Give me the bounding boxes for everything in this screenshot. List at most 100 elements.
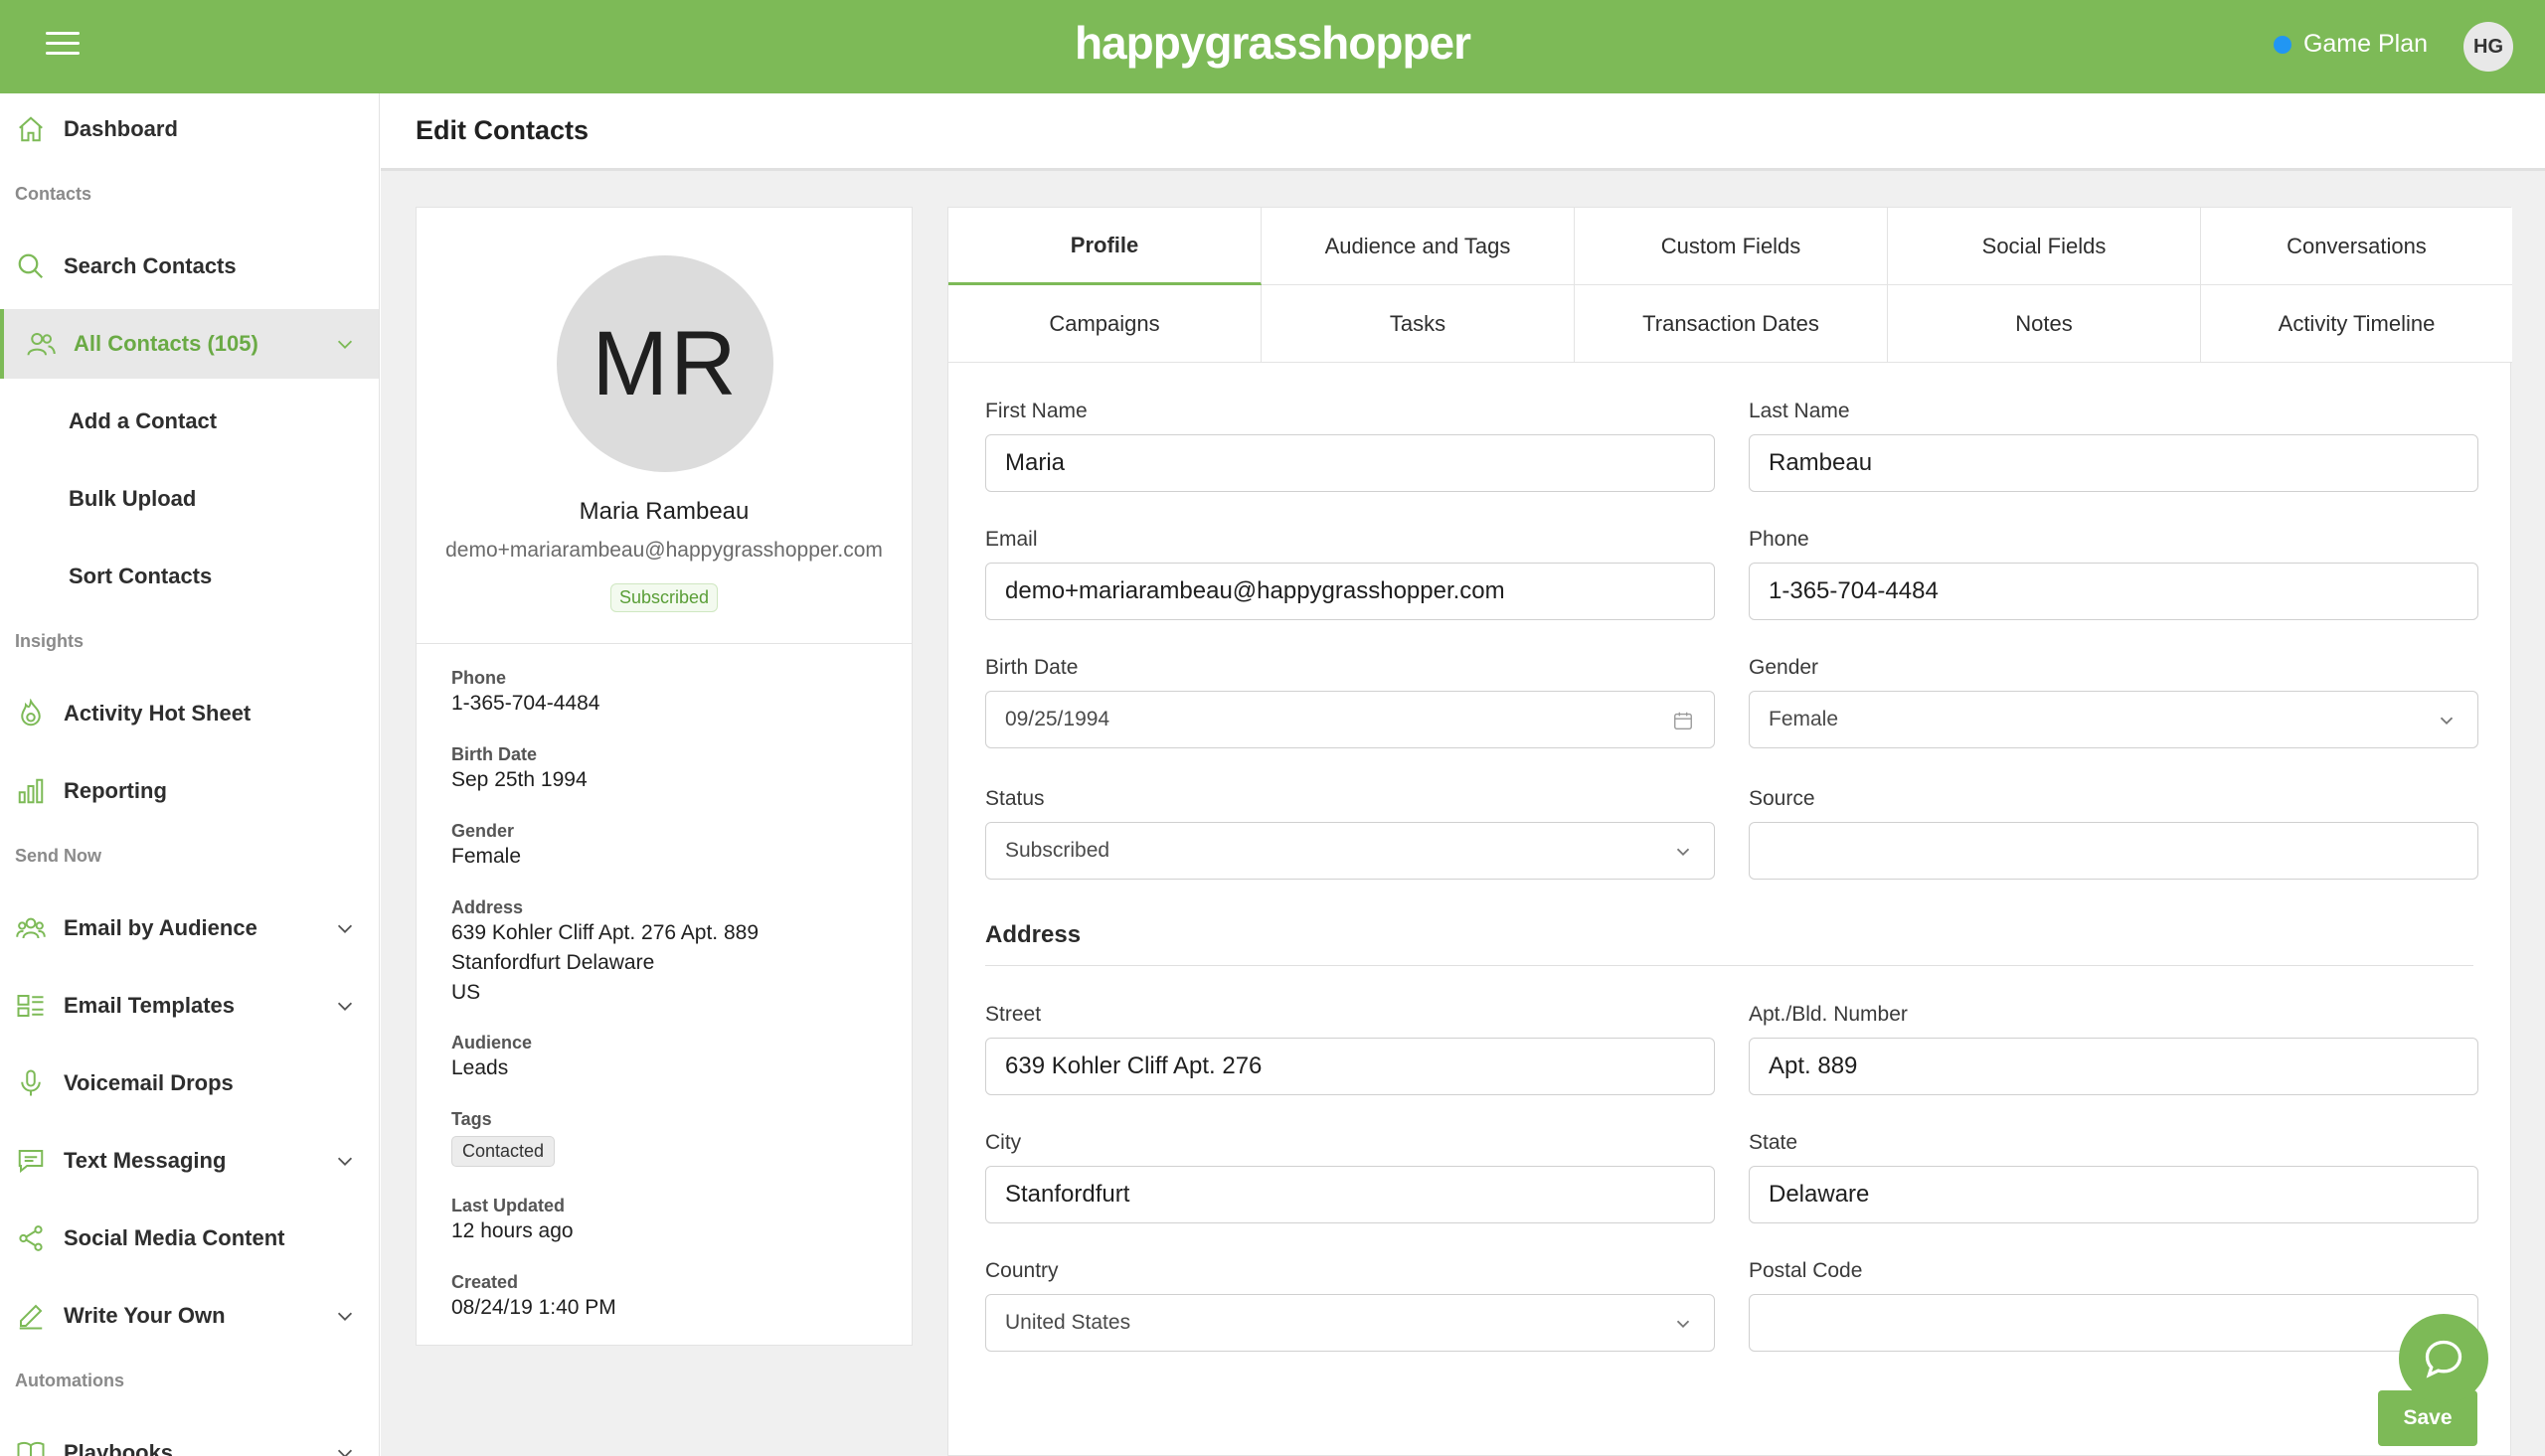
detail-audience: Audience Leads — [451, 1033, 892, 1083]
tab-transaction-dates[interactable]: Transaction Dates — [1575, 285, 1888, 363]
sidebar-item-label: Write Your Own — [64, 1303, 226, 1328]
city-input[interactable]: Stanfordfurt — [985, 1166, 1715, 1223]
detail-value: Leads — [451, 1056, 509, 1079]
sidebar-item-label: Text Messaging — [64, 1148, 227, 1173]
sidebar-section-insights: Insights — [15, 631, 85, 651]
chat-support-button[interactable] — [2399, 1314, 2488, 1403]
chevron-down-icon — [1676, 848, 1690, 857]
sidebar-item-voicemail-drops[interactable]: Voicemail Drops — [0, 1049, 379, 1118]
tab-tasks[interactable]: Tasks — [1262, 285, 1575, 363]
chevron-down-icon[interactable] — [334, 1305, 356, 1327]
detail-label: Tags — [451, 1109, 492, 1129]
gender-select[interactable]: Female — [1749, 691, 2478, 748]
birth-date-label: Birth Date — [985, 656, 1079, 679]
detail-address: Address 639 Kohler Cliff Apt. 276 Apt. 8… — [451, 897, 892, 1008]
tab-conversations[interactable]: Conversations — [2201, 208, 2512, 285]
users-icon — [26, 329, 56, 359]
detail-label: Gender — [451, 821, 515, 841]
contact-email: demo+mariarambeau@happygrasshopper.com — [445, 539, 883, 562]
sidebar-item-activity-hot-sheet[interactable]: Activity Hot Sheet — [0, 679, 379, 748]
calendar-icon[interactable] — [1672, 710, 1694, 731]
address-section-title: Address — [985, 921, 1082, 948]
profile-summary-card: MR Maria Rambeau demo+mariarambeau@happy… — [416, 207, 913, 1346]
tab-activity-timeline[interactable]: Activity Timeline — [2201, 285, 2512, 363]
sidebar-item-text-messaging[interactable]: Text Messaging — [0, 1126, 379, 1196]
sidebar-item-write-your-own[interactable]: Write Your Own — [0, 1281, 379, 1351]
apt-input[interactable]: Apt. 889 — [1749, 1038, 2478, 1095]
sidebar-item-sort-contacts[interactable]: Sort Contacts — [0, 542, 379, 611]
sidebar-item-reporting[interactable]: Reporting — [0, 756, 379, 826]
birth-date-input[interactable]: 09/25/1994 — [985, 691, 1715, 748]
sidebar-item-label: Playbooks — [64, 1440, 174, 1456]
sidebar-item-label: Search Contacts — [64, 253, 237, 278]
sidebar-item-label: Dashboard — [64, 116, 178, 141]
sidebar-item-add-contact[interactable]: Add a Contact — [0, 387, 379, 456]
sidebar-item-search-contacts[interactable]: Search Contacts — [0, 232, 379, 301]
status-badge: Subscribed — [609, 583, 719, 612]
chevron-down-icon[interactable] — [334, 1150, 356, 1172]
first-name-input[interactable]: Maria — [985, 434, 1715, 492]
user-avatar[interactable]: HG — [2463, 22, 2513, 72]
sidebar-item-label: Reporting — [64, 778, 167, 803]
detail-label: Audience — [451, 1033, 533, 1052]
tab-campaigns[interactable]: Campaigns — [948, 285, 1262, 363]
chat-bubble-icon — [2425, 1340, 2462, 1378]
source-label: Source — [1749, 787, 1815, 810]
detail-value: US — [451, 981, 481, 1004]
sidebar-item-bulk-upload[interactable]: Bulk Upload — [0, 464, 379, 534]
sidebar-item-dashboard[interactable]: Dashboard — [0, 94, 379, 164]
gender-label: Gender — [1749, 656, 1819, 679]
edit-icon — [16, 1301, 46, 1331]
share-icon — [16, 1223, 46, 1253]
status-dot-icon — [2273, 35, 2291, 54]
detail-phone: Phone 1-365-704-4484 — [451, 668, 892, 719]
sidebar-item-playbooks[interactable]: Playbooks — [0, 1418, 379, 1456]
group-icon — [16, 913, 46, 943]
birth-date-value: 09/25/1994 — [1005, 708, 1110, 730]
sidebar-item-label: Activity Hot Sheet — [64, 701, 252, 726]
sidebar-item-label: All Contacts (105) — [74, 331, 258, 356]
detail-gender: Gender Female — [451, 821, 892, 872]
chevron-down-icon[interactable] — [334, 917, 356, 939]
phone-input[interactable]: 1-365-704-4484 — [1749, 563, 2478, 620]
street-input[interactable]: 639 Kohler Cliff Apt. 276 — [985, 1038, 1715, 1095]
detail-label: Created — [451, 1272, 519, 1292]
detail-label: Birth Date — [451, 744, 538, 764]
chevron-down-icon — [1676, 1320, 1690, 1329]
sidebar-item-social-media-content[interactable]: Social Media Content — [0, 1204, 379, 1273]
state-label: State — [1749, 1131, 1798, 1154]
tab-audience-and-tags[interactable]: Audience and Tags — [1262, 208, 1575, 285]
email-input[interactable]: demo+mariarambeau@happygrasshopper.com — [985, 563, 1715, 620]
country-select[interactable]: United States — [985, 1294, 1715, 1352]
template-icon — [16, 991, 46, 1021]
last-name-input[interactable]: Rambeau — [1749, 434, 2478, 492]
detail-tags: Tags Contacted — [451, 1109, 892, 1167]
tab-profile[interactable]: Profile — [948, 208, 1262, 285]
status-label: Status — [985, 787, 1045, 810]
detail-label: Phone — [451, 668, 507, 688]
tab-social-fields[interactable]: Social Fields — [1888, 208, 2201, 285]
state-input[interactable]: Delaware — [1749, 1166, 2478, 1223]
chevron-down-icon[interactable] — [334, 995, 356, 1017]
last-name-label: Last Name — [1749, 400, 1850, 422]
brand-logo[interactable]: happygrasshopper — [0, 16, 2545, 70]
tab-notes[interactable]: Notes — [1888, 285, 2201, 363]
divider — [985, 965, 2473, 966]
tag-chip: Contacted — [451, 1136, 556, 1167]
home-icon — [16, 114, 46, 144]
detail-created: Created 08/24/19 1:40 PM — [451, 1272, 892, 1323]
status-badge-wrapper: Subscribed — [417, 583, 912, 612]
game-plan-button[interactable]: Game Plan — [2273, 30, 2428, 59]
chevron-down-icon[interactable] — [334, 333, 356, 355]
source-input[interactable] — [1749, 822, 2478, 880]
chevron-down-icon[interactable] — [334, 1442, 356, 1456]
sidebar-item-email-by-audience[interactable]: Email by Audience — [0, 893, 379, 963]
sidebar-item-email-templates[interactable]: Email Templates — [0, 971, 379, 1041]
contact-name: Maria Rambeau — [579, 498, 750, 525]
status-selected-value: Subscribed — [1005, 839, 1110, 862]
sidebar-item-all-contacts[interactable]: All Contacts (105) — [0, 309, 379, 379]
postal-code-input[interactable] — [1749, 1294, 2478, 1352]
status-select[interactable]: Subscribed — [985, 822, 1715, 880]
tab-custom-fields[interactable]: Custom Fields — [1575, 208, 1888, 285]
book-icon — [16, 1438, 46, 1456]
